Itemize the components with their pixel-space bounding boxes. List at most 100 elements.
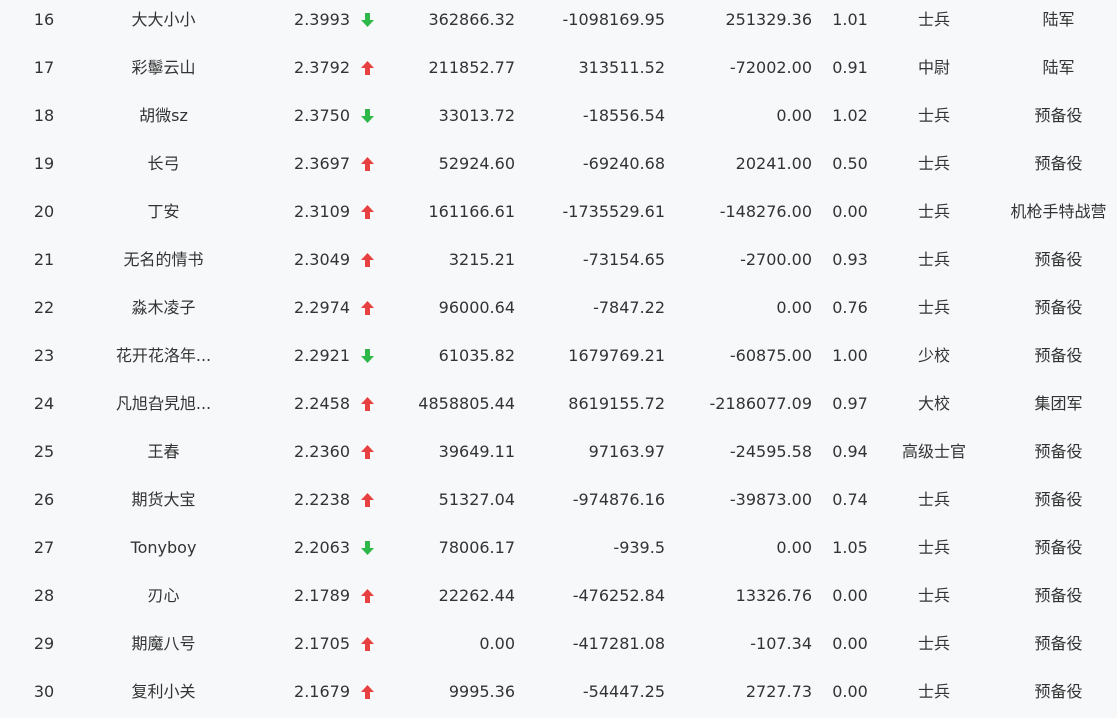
rank-title-cell: 高级士官 <box>901 442 966 461</box>
score-cell: 2.1679 <box>294 682 350 701</box>
name-cell: 长弓 <box>147 154 180 173</box>
ratio-cell: 0.50 <box>832 154 868 173</box>
name-cell: 无名的情书 <box>123 250 204 269</box>
table-row[interactable]: 26 期货大宝 2.2238 51327.04 -974876.16 -39873.00 0… <box>0 478 1117 526</box>
unit-cell: 预备役 <box>1034 106 1083 125</box>
score-cell: 2.2063 <box>294 538 350 557</box>
value-cell-2: 313511.52 <box>578 58 665 77</box>
table-row[interactable]: 21 无名的情书 2.3049 3215.21 -73154.65 -2700.00 0.9… <box>0 238 1117 286</box>
value-cell-2: -974876.16 <box>572 490 665 509</box>
arrow-up-icon <box>358 286 376 330</box>
value-cell-3: 0.00 <box>776 106 812 125</box>
arrow-down-icon <box>358 94 376 138</box>
arrow-up-icon <box>358 478 376 522</box>
value-cell-1: 39649.11 <box>438 442 515 461</box>
rank-cell: 17 <box>33 58 55 77</box>
rank-cell: 19 <box>33 154 55 173</box>
value-cell-3: 20241.00 <box>735 154 812 173</box>
rank-cell: 23 <box>33 346 55 365</box>
unit-cell: 预备役 <box>1034 346 1083 365</box>
arrow-down-icon <box>358 526 376 570</box>
arrow-up-icon <box>358 190 376 234</box>
value-cell-1: 362866.32 <box>428 10 515 29</box>
unit-cell: 预备役 <box>1034 586 1083 605</box>
rank-title-cell: 士兵 <box>917 682 950 701</box>
value-cell-1: 0.00 <box>479 634 515 653</box>
rank-title-cell: 士兵 <box>917 154 950 173</box>
rank-title-cell: 士兵 <box>917 586 950 605</box>
table-row[interactable]: 25 王春 2.2360 39649.11 97163.97 -24595.58 0.94 高… <box>0 430 1117 478</box>
arrow-down-icon <box>358 334 376 378</box>
unit-cell: 预备役 <box>1034 682 1083 701</box>
ratio-cell: 1.00 <box>832 346 868 365</box>
name-cell: 胡微sz <box>139 106 188 125</box>
score-cell: 2.1789 <box>294 586 350 605</box>
value-cell-2: -18556.54 <box>582 106 665 125</box>
table-row[interactable]: 28 刃心 2.1789 22262.44 -476252.84 13326.76 0.00… <box>0 574 1117 622</box>
rank-cell: 24 <box>33 394 55 413</box>
score-cell: 2.3697 <box>294 154 350 173</box>
arrow-up-icon <box>358 382 376 426</box>
rank-cell: 30 <box>33 682 55 701</box>
ratio-cell: 0.00 <box>832 586 868 605</box>
rank-title-cell: 中尉 <box>917 58 950 77</box>
ratio-cell: 0.76 <box>832 298 868 317</box>
name-cell: 王春 <box>147 442 180 461</box>
name-cell: 淼木凌子 <box>131 298 196 317</box>
table-row[interactable]: 19 长弓 2.3697 52924.60 -69240.68 20241.00 0.50 士… <box>0 142 1117 190</box>
table-row[interactable]: 27 Tonyboy 2.2063 78006.17 -939.5 0.00 1.05 士兵 预… <box>0 526 1117 574</box>
table-row[interactable]: 29 期魔八号 2.1705 0.00 -417281.08 -107.34 0.00 士兵 预… <box>0 622 1117 670</box>
rank-title-cell: 士兵 <box>917 10 950 29</box>
rank-title-cell: 少校 <box>917 346 950 365</box>
name-cell: 丁安 <box>147 202 180 221</box>
value-cell-1: 9995.36 <box>448 682 515 701</box>
value-cell-2: -69240.68 <box>582 154 665 173</box>
value-cell-2: -476252.84 <box>572 586 665 605</box>
ratio-cell: 0.97 <box>832 394 868 413</box>
value-cell-2: -939.5 <box>613 538 665 557</box>
value-cell-1: 51327.04 <box>438 490 515 509</box>
ratio-cell: 0.74 <box>832 490 868 509</box>
unit-cell: 陆军 <box>1042 10 1075 29</box>
arrow-up-icon <box>358 574 376 618</box>
ratio-cell: 1.05 <box>832 538 868 557</box>
unit-cell: 预备役 <box>1034 250 1083 269</box>
score-cell: 2.2921 <box>294 346 350 365</box>
arrow-up-icon <box>358 670 376 714</box>
score-cell: 2.1705 <box>294 634 350 653</box>
score-cell: 2.2360 <box>294 442 350 461</box>
name-cell: 刃心 <box>147 586 180 605</box>
unit-cell: 预备役 <box>1034 634 1083 653</box>
unit-cell: 预备役 <box>1034 490 1083 509</box>
rank-title-cell: 士兵 <box>917 490 950 509</box>
name-cell: 彩鬡云山 <box>131 58 196 77</box>
table-row[interactable]: 30 复利小关 2.1679 9995.36 -54447.25 2727.73 0.00 士… <box>0 670 1117 718</box>
score-cell: 2.2238 <box>294 490 350 509</box>
value-cell-2: -1735529.61 <box>562 202 665 221</box>
name-cell: 期魔八号 <box>131 634 196 653</box>
table-row[interactable]: 22 淼木凌子 2.2974 96000.64 -7847.22 0.00 0.76 士兵 预备… <box>0 286 1117 334</box>
value-cell-2: 8619155.72 <box>568 394 665 413</box>
ranking-table: 16 大大小小 2.3993 362866.32 -1098169.95 251329.3… <box>0 0 1117 718</box>
value-cell-3: -148276.00 <box>719 202 812 221</box>
table-row[interactable]: 24 凡旭旮旯旭... 2.2458 4858805.44 8619155.72 -218… <box>0 382 1117 430</box>
ratio-cell: 0.00 <box>832 202 868 221</box>
value-cell-3: 13326.76 <box>735 586 812 605</box>
table-row[interactable]: 23 花开花洛年... 2.2921 61035.82 1679769.21 -60875… <box>0 334 1117 382</box>
table-row[interactable]: 18 胡微sz 2.3750 33013.72 -18556.54 0.00 1.02 士兵 预… <box>0 94 1117 142</box>
table-row[interactable]: 17 彩鬡云山 2.3792 211852.77 313511.52 -72002.00 0… <box>0 46 1117 94</box>
value-cell-1: 211852.77 <box>428 58 515 77</box>
rank-cell: 26 <box>33 490 55 509</box>
rank-cell: 20 <box>33 202 55 221</box>
table-row[interactable]: 16 大大小小 2.3993 362866.32 -1098169.95 251329.3… <box>0 0 1117 46</box>
table-row[interactable]: 20 丁安 2.3109 161166.61 -1735529.61 -148276.00… <box>0 190 1117 238</box>
rank-title-cell: 士兵 <box>917 202 950 221</box>
rank-title-cell: 士兵 <box>917 538 950 557</box>
name-cell: 花开花洛年... <box>115 346 212 365</box>
rank-title-cell: 士兵 <box>917 634 950 653</box>
rank-cell: 21 <box>33 250 55 269</box>
score-cell: 2.3993 <box>294 10 350 29</box>
value-cell-1: 33013.72 <box>438 106 515 125</box>
arrow-up-icon <box>358 430 376 474</box>
value-cell-1: 61035.82 <box>438 346 515 365</box>
